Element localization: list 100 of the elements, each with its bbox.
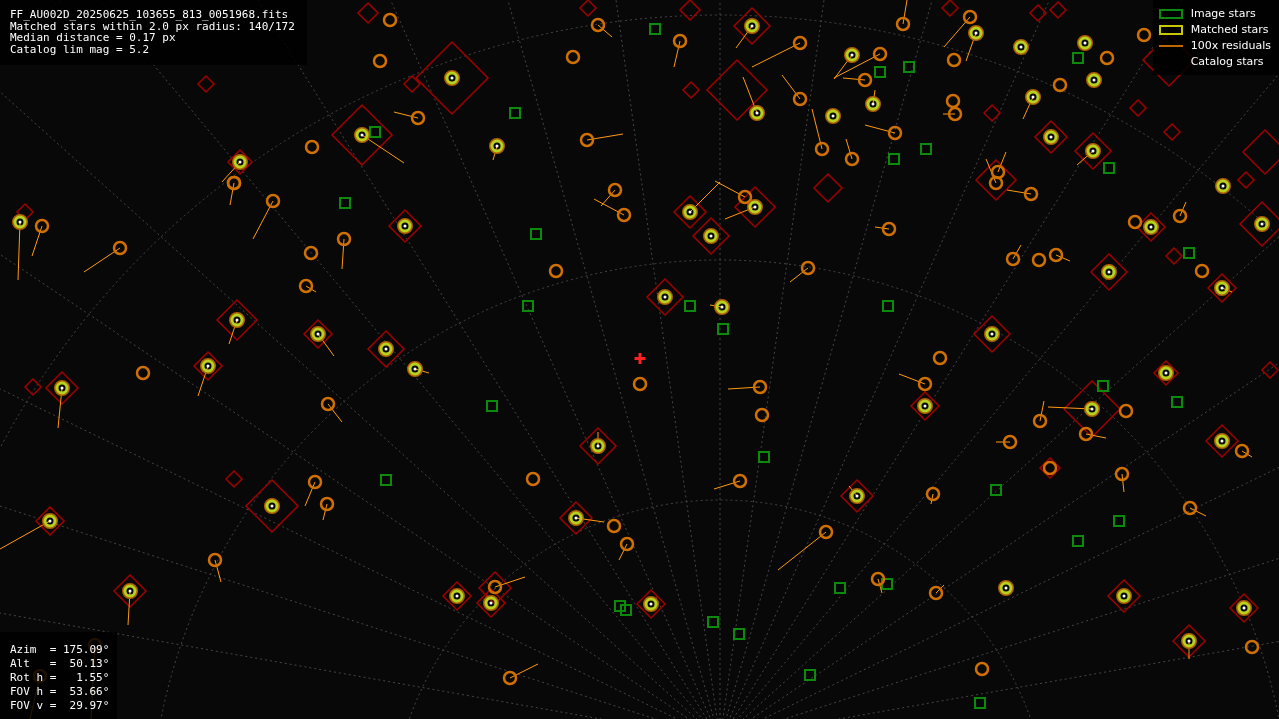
- catalog-star-marker: [356, 1, 380, 25]
- catalog-star-marker: [1128, 98, 1148, 118]
- catalog-star-marker: [678, 0, 702, 22]
- matched-star-marker: [965, 25, 984, 62]
- matched-star-marker: [1022, 89, 1041, 120]
- catalog-star-marker: [366, 329, 406, 369]
- matched-star-marker: [54, 380, 70, 429]
- matched-star-marker: [682, 181, 721, 220]
- catalog-star-marker: [618, 536, 635, 561]
- catalog-star-marker: [1032, 400, 1048, 429]
- catalog-star-marker: [83, 240, 128, 273]
- catalog-star-marker: [196, 74, 216, 94]
- catalog-star-marker: [1028, 3, 1048, 23]
- matched-star-marker: [1116, 588, 1132, 604]
- matched-star-marker: [228, 312, 245, 345]
- catalog-star-marker: [1228, 592, 1260, 624]
- matched-star-marker: [709, 299, 730, 315]
- matched-star-marker: [1214, 433, 1230, 449]
- matched-star-marker: [724, 199, 763, 220]
- matched-star-marker: [0, 513, 58, 550]
- matched-star-marker: [1043, 129, 1059, 145]
- catalog-star-marker: [732, 6, 772, 46]
- catalog-star-marker: [302, 318, 334, 350]
- matched-star-marker: [221, 154, 248, 183]
- residual-line-icon: [1158, 44, 1183, 47]
- matched-star-marker: [643, 596, 659, 612]
- matched-star-marker: [742, 76, 765, 121]
- matched-star-marker: [449, 588, 465, 604]
- catalog-star-marker: [895, 0, 911, 32]
- matched-star-marker: [444, 70, 460, 86]
- catalog-star-marker: [1162, 122, 1182, 142]
- catalog-star-marker: [1182, 500, 1207, 517]
- catalog-star-marker: [590, 17, 613, 38]
- pointing-text: Azim = 175.09°: [10, 643, 110, 657]
- matched-star-marker: [1236, 600, 1252, 616]
- catalog-star-marker: [777, 524, 834, 571]
- matched-star-marker: [1143, 219, 1159, 235]
- catalog-star-marker: [215, 298, 259, 342]
- catalog-star-marker: [864, 124, 903, 141]
- catalog-star-marker: [1033, 119, 1069, 155]
- matched-star-marker: [590, 431, 606, 454]
- catalog-star-marker: [207, 552, 223, 583]
- matched-star-marker: [1086, 72, 1102, 88]
- catalog-star-marker: [34, 505, 66, 537]
- matched-star-marker: [397, 218, 413, 234]
- catalog-star-marker: [1152, 359, 1180, 387]
- matched-star-marker: [735, 18, 760, 49]
- matched-star-marker: [917, 398, 933, 414]
- matched-star-marker: [489, 138, 505, 161]
- matched-star-marker: [833, 47, 860, 80]
- catalog-star-marker: [713, 473, 748, 490]
- center-cross-icon: [633, 351, 647, 366]
- catalog-star-marker: [1005, 244, 1022, 267]
- legend-label: 100x residuals: [1190, 38, 1271, 53]
- catalog-star-marker: [870, 571, 886, 594]
- catalog-star-marker: [645, 277, 685, 317]
- matched-star-marker: [1076, 143, 1101, 166]
- matched-star-marker: [483, 595, 499, 611]
- catalog-star-marker: [874, 221, 897, 237]
- matched-star-marker: [1047, 401, 1100, 417]
- catalog-star-marker: [578, 426, 618, 466]
- matched-star-marker: [568, 510, 605, 526]
- matched-star-marker: [378, 341, 394, 357]
- catalog-star-marker: [672, 33, 688, 68]
- matched-star-marker: [984, 326, 1000, 342]
- catalog-star-marker: [995, 434, 1018, 450]
- pointing-text: Rot h = 1.55°: [10, 671, 110, 685]
- catalog-star-marker: [578, 0, 598, 18]
- catalog-star-marker: [942, 106, 963, 122]
- catalog-star-marker: [1164, 246, 1184, 266]
- catalog-star-marker: [1089, 252, 1129, 292]
- matched-star-marker: [825, 108, 841, 124]
- matched-star-marker: [1215, 178, 1231, 194]
- catalog-star-marker: [972, 314, 1012, 354]
- legend-label: Image stars: [1190, 6, 1257, 21]
- catalog-star-marker: [1171, 623, 1207, 659]
- pointing-text: FOV v = 29.97°: [10, 699, 110, 713]
- matched-star-marker: [1181, 633, 1197, 660]
- catalog-star-marker: [441, 580, 473, 612]
- catalog-star-marker: [839, 478, 875, 514]
- catalog-star-marker: [781, 74, 808, 107]
- catalog-star-marker: [1073, 131, 1113, 171]
- legend-label: Matched stars: [1190, 22, 1270, 37]
- matched-star-marker: [1158, 365, 1174, 381]
- matched-star-marker: [1101, 264, 1117, 280]
- catalog-star-marker: [811, 108, 830, 157]
- catalog-star-marker: [1114, 466, 1130, 493]
- info-text: Matched stars within 2.0 px radius: 140/172: [10, 20, 295, 32]
- matched-star-marker: [122, 583, 138, 626]
- catalog-star-marker: [1238, 200, 1279, 248]
- matched-star-marker: [703, 228, 719, 244]
- matched-star-marker: [1077, 35, 1093, 51]
- catalog-star-marker: [319, 496, 335, 521]
- matched-star-marker: [197, 358, 216, 397]
- catalog-star-marker: [112, 573, 148, 609]
- catalog-star-marker: [982, 103, 1002, 123]
- info-text: FF_AU002D_20250625_103655_813_0051968.fits: [10, 9, 290, 21]
- catalog-star-marker: [320, 396, 343, 423]
- matched-star-marker: [998, 580, 1014, 596]
- catalog-star-marker: [252, 193, 281, 240]
